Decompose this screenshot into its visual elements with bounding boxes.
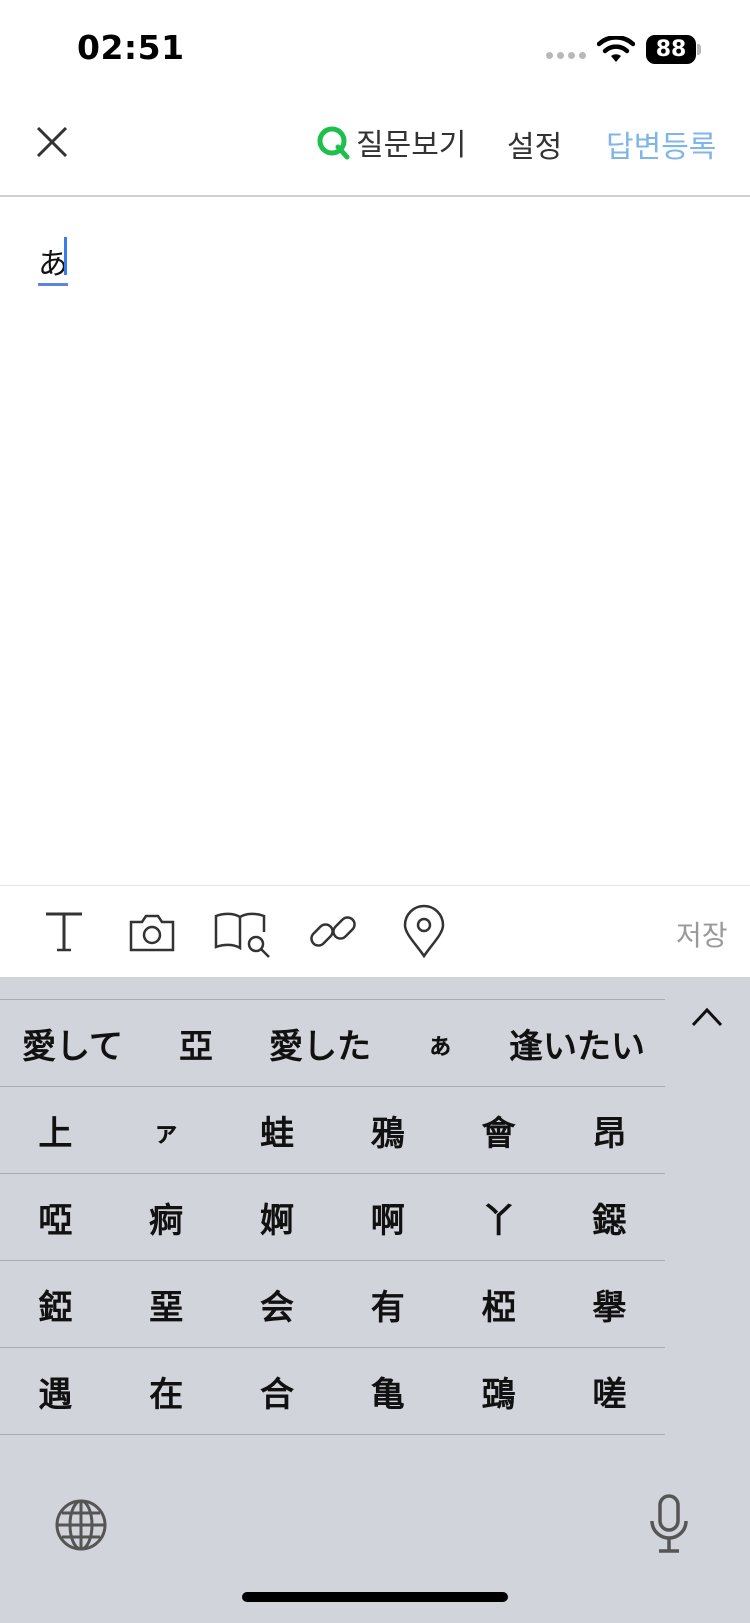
suggestion-item[interactable]: ぁ [427,1025,453,1062]
close-icon[interactable] [32,122,72,162]
question-view-label: 질문보기 [356,128,467,163]
candidate-item[interactable]: 嗟 [554,1367,665,1416]
candidate-item[interactable]: 鐚 [554,1193,665,1242]
candidate-item[interactable]: 擧 [554,1280,665,1329]
candidate-item[interactable]: 鴉 [332,1106,443,1155]
microphone-icon[interactable] [647,1493,691,1555]
candidate-row: 上 ァ 蛙 鴉 會 昂 [0,1086,665,1173]
candidate-item[interactable]: 婀 [222,1193,333,1242]
suggestion-item[interactable]: 逢いたい [509,1019,645,1068]
candidate-item[interactable]: 丫 [443,1193,554,1242]
chevron-up-icon[interactable] [690,1005,724,1029]
candidate-row: 遇 在 合 亀 鵶 嗟 [0,1347,665,1434]
suggestion-item[interactable]: 亞 [179,1019,213,1068]
question-view-button[interactable]: 질문보기 [316,122,467,163]
settings-button[interactable]: 설정 [507,122,562,166]
candidate-item[interactable]: 上 [0,1106,111,1155]
text-format-icon[interactable] [36,904,92,960]
answer-editor[interactable]: あ [0,197,750,885]
cellular-signal-icon [546,52,586,59]
candidate-item[interactable]: 錏 [0,1280,111,1329]
candidate-item[interactable]: 痾 [111,1193,222,1242]
link-icon[interactable] [306,904,362,960]
editor-toolbar: 저장 [0,885,750,977]
save-button[interactable]: 저장 [676,914,728,954]
suggestion-item[interactable]: 愛した [269,1019,371,1068]
japanese-keyboard: 愛して 亞 愛した ぁ 逢いたい 上 ァ 蛙 鴉 會 昂 啞 痾 婀 啊 丫 鐚… [0,977,750,1623]
candidate-item[interactable]: 會 [443,1106,554,1155]
text-caret [64,237,67,275]
candidate-item[interactable]: 椏 [443,1280,554,1329]
candidate-item[interactable]: 在 [111,1367,222,1416]
home-indicator[interactable] [242,1592,508,1602]
candidate-item[interactable]: 昂 [554,1106,665,1155]
globe-icon[interactable] [53,1497,109,1553]
wifi-icon [597,36,635,62]
candidate-item[interactable]: 亀 [332,1367,443,1416]
keyboard-bottom-bar [0,1455,750,1623]
q-logo-icon [317,126,350,160]
status-time: 02:51 [77,28,185,67]
candidate-item[interactable]: 有 [332,1280,443,1329]
suggestion-item[interactable]: 愛して [22,1019,123,1068]
candidate-item[interactable]: 啊 [332,1193,443,1242]
candidate-item[interactable]: 会 [222,1280,333,1329]
candidate-list: 愛して 亞 愛した ぁ 逢いたい 上 ァ 蛙 鴉 會 昂 啞 痾 婀 啊 丫 鐚… [0,999,665,1521]
location-pin-icon[interactable] [396,904,452,960]
submit-answer-button[interactable]: 답변등록 [606,122,716,166]
battery-level: 88 [646,35,696,64]
candidate-item[interactable]: 蛙 [222,1106,333,1155]
candidate-item[interactable]: 合 [222,1367,333,1416]
book-search-icon[interactable] [212,904,276,960]
candidate-row: 錏 堊 会 有 椏 擧 [0,1260,665,1347]
camera-icon[interactable] [124,904,180,960]
candidate-item[interactable]: ァ [111,1112,222,1149]
battery-icon: 88 [646,35,701,64]
candidate-item[interactable]: 啞 [0,1193,111,1242]
status-bar: 02:51 88 [0,0,750,100]
candidate-row: 啞 痾 婀 啊 丫 鐚 [0,1173,665,1260]
editor-header: 질문보기 설정 답변등록 [0,100,750,197]
candidate-item[interactable]: 鵶 [443,1367,554,1416]
suggestion-row: 愛して 亞 愛した ぁ 逢いたい [0,999,665,1086]
candidate-item[interactable]: 遇 [0,1367,111,1416]
candidate-item[interactable]: 堊 [111,1280,222,1329]
